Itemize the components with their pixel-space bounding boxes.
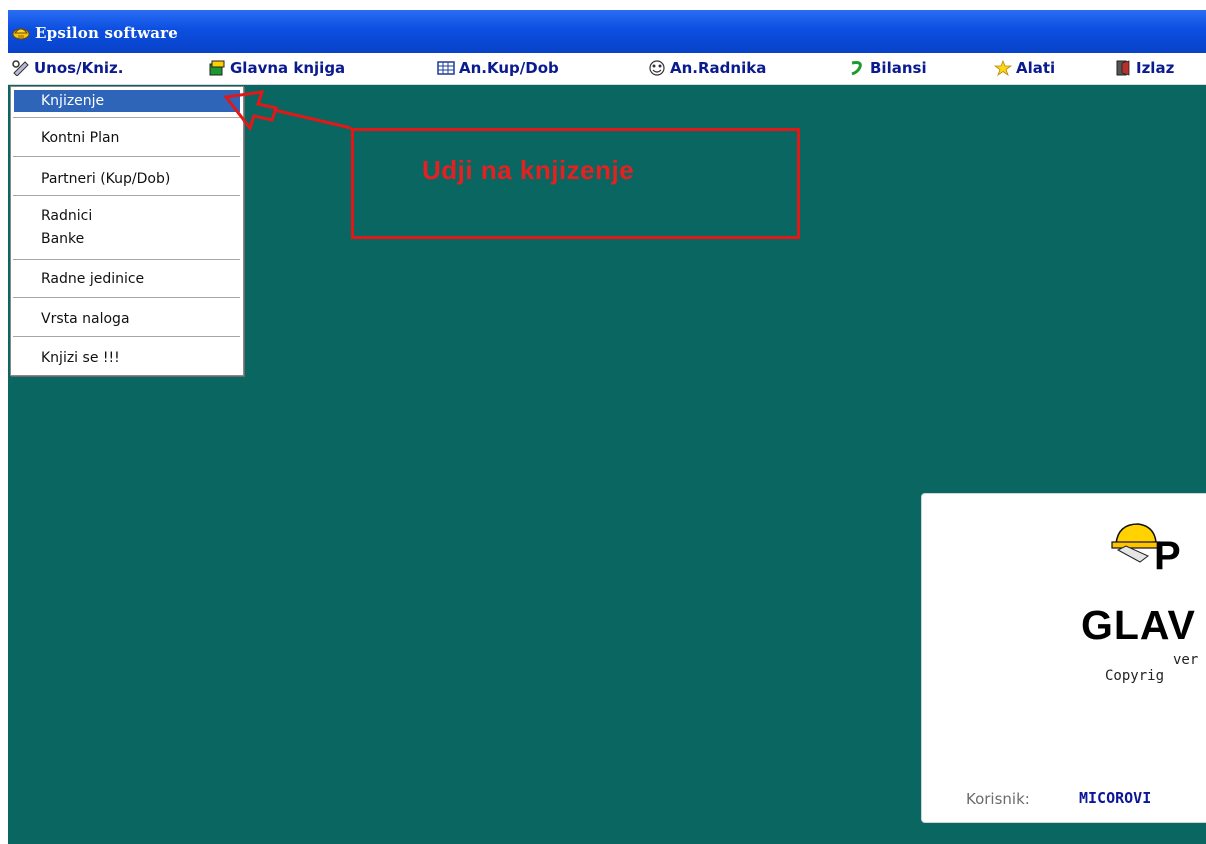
menu-item-vrsta-naloga[interactable]: Vrsta naloga <box>11 308 241 330</box>
menu-an-radnika[interactable]: An.Radnika <box>648 56 766 80</box>
menu-separator <box>13 297 240 299</box>
user-label: Korisnik: <box>966 790 1030 808</box>
menu-item-kontni-plan[interactable]: Kontni Plan <box>11 127 241 149</box>
tools-icon <box>12 60 29 76</box>
menu-unos-kniz[interactable]: Unos/Kniz. <box>12 56 123 80</box>
menu-bilansi[interactable]: Bilansi <box>848 56 927 80</box>
menu-izlaz[interactable]: Izlaz <box>1114 56 1174 80</box>
splash-logo-text: P <box>1154 534 1181 578</box>
title-bar[interactable]: Epsilon software <box>8 10 1206 53</box>
book-icon <box>209 60 225 76</box>
menu-separator <box>13 259 240 261</box>
face-icon <box>649 60 665 76</box>
menu-item-knjizi-se[interactable]: Knjizi se !!! <box>11 347 241 369</box>
menu-item-radnici[interactable]: Radnici <box>11 205 241 227</box>
unos-kniz-dropdown-menu: Knjizenje Kontni Plan Partneri (Kup/Dob)… <box>10 86 244 376</box>
application-window: Epsilon software Unos/Kniz. Glavna knjig… <box>8 10 1206 844</box>
menu-label: Glavna knjiga <box>230 59 346 77</box>
grid-icon <box>437 61 455 75</box>
menu-separator <box>13 336 240 338</box>
menu-alati[interactable]: Alati <box>994 56 1055 80</box>
menu-glavna-knjiga[interactable]: Glavna knjiga <box>208 56 345 80</box>
menu-separator <box>13 156 240 158</box>
menu-separator <box>13 195 240 197</box>
splash-product-name: GLAV <box>1081 602 1196 648</box>
splash-copyright: Copyrig <box>1105 668 1165 684</box>
door-icon <box>1116 60 1130 76</box>
user-value: MICOROVI <box>1079 789 1152 807</box>
menu-label: Izlaz <box>1136 59 1175 77</box>
menu-label: Bilansi <box>870 59 927 77</box>
annotation-text: Udji na knjizenje <box>422 155 635 185</box>
splash-panel: P GLAV ver Copyrig Korisnik: MICOROVI <box>921 493 1206 823</box>
snake-icon <box>851 61 862 76</box>
menu-item-partneri[interactable]: Partneri (Kup/Dob) <box>11 168 241 190</box>
menu-label: Unos/Kniz. <box>34 59 124 77</box>
menu-bar: Unos/Kniz. Glavna knjiga An.Kup/Dob An.R… <box>8 53 1206 85</box>
menu-item-radne-jedinice[interactable]: Radne jedinice <box>11 268 241 290</box>
star-icon <box>994 60 1012 76</box>
menu-an-kup-dob[interactable]: An.Kup/Dob <box>437 56 559 80</box>
menu-label: An.Radnika <box>670 59 767 77</box>
menu-item-knjizenje[interactable]: Knjizenje <box>14 90 240 112</box>
window-title: Epsilon software <box>35 24 179 42</box>
menu-label: An.Kup/Dob <box>459 59 559 77</box>
menu-label: Alati <box>1016 59 1056 77</box>
splash-version: ver <box>1173 652 1199 668</box>
app-icon <box>12 28 30 40</box>
menu-separator <box>13 117 240 119</box>
menu-item-banke[interactable]: Banke <box>11 228 241 250</box>
